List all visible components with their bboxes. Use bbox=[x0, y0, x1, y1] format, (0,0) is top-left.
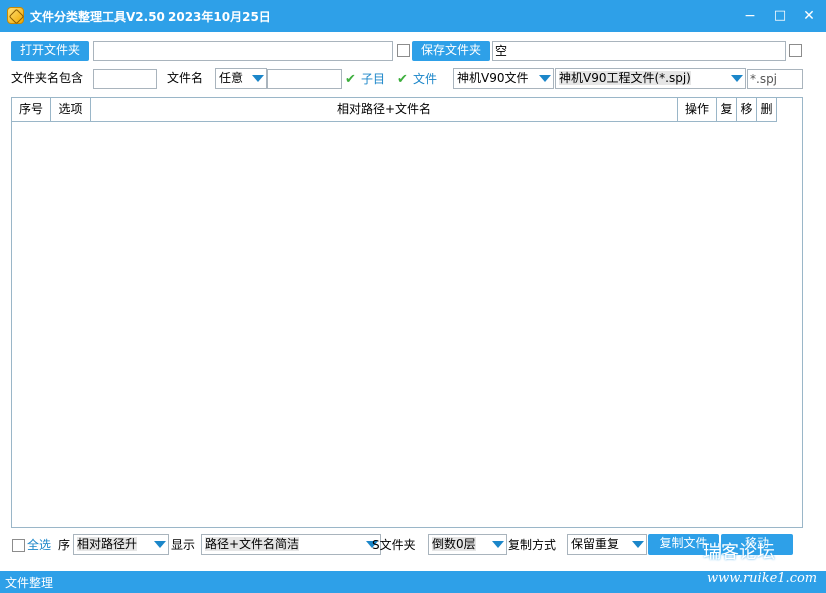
chevron-down-icon bbox=[632, 541, 644, 548]
file-list-table[interactable]: 序号 选项 相对路径+文件名 操作 复 移 删 bbox=[11, 97, 803, 528]
copy-mode-select[interactable]: 保留重复 bbox=[567, 534, 647, 555]
watermark-text: 瑞客论坛 bbox=[703, 542, 775, 563]
save-folder-checkbox[interactable] bbox=[789, 44, 802, 57]
subdir-checkbox[interactable]: ✔ bbox=[345, 72, 358, 87]
chevron-down-icon bbox=[731, 75, 743, 82]
file-name-mode-value: 任意 bbox=[219, 71, 244, 85]
chevron-down-icon bbox=[252, 75, 264, 82]
file-type-detail-select[interactable]: 神机V90工程文件(*.spj) bbox=[555, 68, 746, 89]
chevron-down-icon bbox=[492, 541, 504, 548]
display-label: 显示 bbox=[171, 538, 196, 552]
column-header-delete[interactable]: 删 bbox=[757, 98, 777, 122]
column-header-path[interactable]: 相对路径+文件名 bbox=[91, 98, 678, 122]
close-icon[interactable]: ✕ bbox=[800, 7, 818, 25]
app-logo-icon bbox=[7, 7, 24, 24]
open-folder-checkbox[interactable] bbox=[397, 44, 410, 57]
file-name-mode-select[interactable]: 任意 bbox=[215, 68, 267, 89]
order-label: 序 bbox=[58, 538, 71, 552]
window-title: 文件分类整理工具V2.50 bbox=[30, 10, 165, 24]
status-text: 文件整理 bbox=[5, 576, 54, 590]
chevron-down-icon bbox=[154, 541, 166, 548]
folder-contains-input[interactable] bbox=[93, 69, 157, 89]
status-bar bbox=[0, 571, 826, 593]
save-folder-button[interactable]: 保存文件夹 bbox=[412, 41, 490, 61]
copy-mode-label: 复制方式 bbox=[508, 538, 557, 552]
chevron-down-icon bbox=[539, 75, 551, 82]
file-type-detail-value: 神机V90工程文件(*.spj) bbox=[559, 71, 691, 85]
folder-level-value: 倒数0层 bbox=[432, 537, 476, 551]
folder-level-select[interactable]: 倒数0层 bbox=[428, 534, 507, 555]
column-header-copy[interactable]: 复 bbox=[717, 98, 737, 122]
display-select[interactable]: 路径+文件名简洁 bbox=[201, 534, 381, 555]
minimize-icon[interactable]: − bbox=[741, 7, 759, 25]
open-folder-button[interactable]: 打开文件夹 bbox=[11, 41, 89, 61]
watermark-url: www.ruike1.com bbox=[707, 571, 818, 586]
column-header-option[interactable]: 选项 bbox=[51, 98, 91, 122]
folder-contains-label: 文件夹名包含 bbox=[11, 71, 84, 85]
column-header-action[interactable]: 操作 bbox=[678, 98, 717, 122]
select-all-label: 全选 bbox=[27, 538, 52, 552]
open-folder-path-input[interactable] bbox=[93, 41, 393, 61]
file-type-category-select[interactable]: 神机V90文件 bbox=[453, 68, 554, 89]
file-checkbox[interactable]: ✔ bbox=[397, 72, 410, 87]
file-name-label: 文件名 bbox=[167, 71, 204, 85]
check-icon: ✔ bbox=[397, 72, 408, 87]
column-header-move[interactable]: 移 bbox=[737, 98, 757, 122]
window-title-date: 2023年10月25日 bbox=[168, 10, 271, 24]
file-name-input[interactable] bbox=[267, 69, 342, 89]
maximize-icon[interactable]: □ bbox=[771, 7, 789, 25]
subdir-label: 子目 bbox=[361, 72, 386, 86]
save-folder-path-input[interactable]: 空 bbox=[492, 41, 786, 61]
column-header-index[interactable]: 序号 bbox=[12, 98, 51, 122]
order-value: 相对路径升 bbox=[77, 537, 138, 551]
file-type-category-value: 神机V90文件 bbox=[457, 71, 529, 85]
copy-mode-value: 保留重复 bbox=[571, 537, 620, 551]
check-icon: ✔ bbox=[345, 72, 356, 87]
order-select[interactable]: 相对路径升 bbox=[73, 534, 169, 555]
display-value: 路径+文件名简洁 bbox=[205, 537, 300, 551]
select-all-checkbox[interactable] bbox=[12, 539, 25, 552]
folder-level-label: S文件夹 bbox=[372, 538, 416, 552]
extension-input[interactable]: *.spj bbox=[747, 69, 803, 89]
file-label: 文件 bbox=[413, 72, 438, 86]
